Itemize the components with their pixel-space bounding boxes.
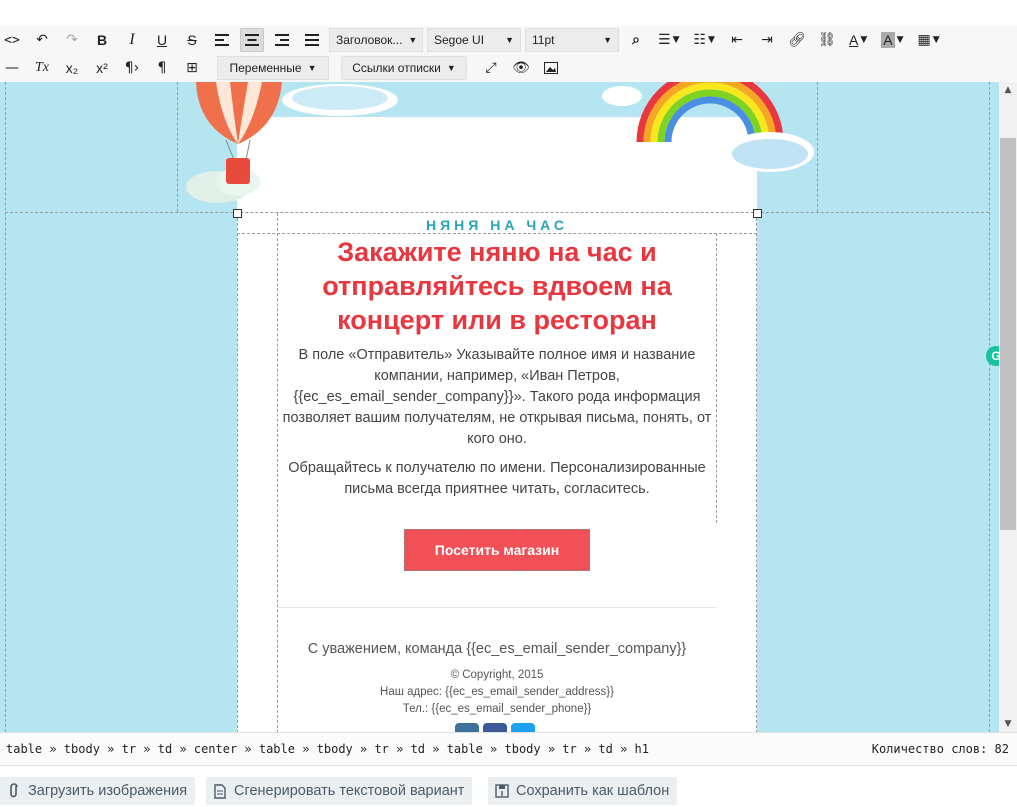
document-icon — [212, 783, 228, 799]
font-select-value: Segoe UI — [434, 33, 485, 47]
font-size-select-value: 11pt — [532, 33, 555, 47]
email-eyebrow: НЯНЯ НА ЧАС — [425, 217, 569, 233]
generate-text-version-label: Сгенерировать текстовой вариант — [234, 783, 465, 799]
save-template-icon — [494, 783, 510, 799]
strikethrough-icon[interactable]: S — [180, 28, 204, 52]
redo-icon[interactable]: ↷ — [60, 28, 84, 52]
resize-handle[interactable] — [233, 209, 242, 218]
align-left-icon[interactable] — [210, 28, 234, 52]
instagram-icon[interactable] — [455, 723, 479, 732]
email-address[interactable]: Наш адрес: {{ec_es_email_sender_address}… — [237, 686, 757, 698]
editor-scrollbar[interactable]: ▲ ▼ — [999, 82, 1017, 732]
numbered-list-icon[interactable]: ☷ ▼ — [689, 28, 718, 52]
bold-icon[interactable]: B — [90, 28, 114, 52]
indent-icon[interactable]: ⇥ — [755, 28, 779, 52]
chevron-down-icon: ▼ — [446, 63, 456, 73]
bullet-list-icon[interactable]: ☰ ▼ — [654, 28, 683, 52]
template-blocks-icon[interactable]: ⊞ — [180, 56, 204, 80]
image-icon[interactable] — [539, 56, 563, 80]
link-icon[interactable]: 🔗︎ — [785, 28, 809, 52]
source-code-icon[interactable]: <> — [0, 28, 24, 52]
email-paragraph-2[interactable]: Обращайтесь к получателю по имени. Персо… — [277, 458, 717, 500]
save-as-template-label: Сохранить как шаблон — [516, 783, 670, 799]
align-justify-icon[interactable] — [300, 28, 324, 52]
text-color-icon[interactable]: A ▼ — [845, 28, 871, 52]
italic-icon[interactable]: I — [120, 28, 144, 52]
paragraph-icon[interactable]: ¶ — [150, 56, 174, 80]
clear-format-icon[interactable]: Tx — [30, 56, 54, 80]
email-phone[interactable]: Тел.: {{ec_es_email_sender_phone}} — [237, 703, 757, 715]
rainbow-illustration — [602, 82, 814, 172]
visit-store-button[interactable]: Посетить магазин — [404, 529, 590, 571]
variables-dropdown-label: Переменные — [229, 61, 302, 75]
find-icon[interactable]: ⌕ — [624, 28, 648, 52]
unsubscribe-links-label: Ссылки отписки — [352, 61, 441, 75]
guide-line — [5, 82, 6, 732]
facebook-icon[interactable] — [483, 723, 507, 732]
scroll-down-icon[interactable]: ▼ — [999, 716, 1017, 732]
horizontal-line-icon[interactable]: — — [0, 56, 24, 80]
email-paragraph-1[interactable]: В поле «Отправитель» Указывайте полное и… — [281, 345, 713, 450]
guide-line — [989, 82, 990, 732]
undo-icon[interactable]: ↶ — [30, 28, 54, 52]
paperclip-icon — [6, 783, 22, 799]
background-color-icon[interactable]: A ▼ — [877, 28, 907, 52]
heading-select[interactable]: Заголовок... ▼ — [329, 28, 423, 52]
scrollbar-thumb[interactable] — [1000, 138, 1016, 530]
chevron-down-icon: ▼ — [307, 63, 317, 73]
outdent-icon[interactable]: ⇤ — [725, 28, 749, 52]
upload-images-label: Загрузить изображения — [28, 783, 188, 799]
editor-toolbar: <> ↶ ↷ B I U S Заголовок... ▼ Segoe UI ▼ 1… — [0, 26, 1017, 83]
save-as-template-button[interactable]: Сохранить как шаблон — [488, 777, 678, 805]
chevron-down-icon: ▼ — [505, 35, 514, 45]
resize-handle[interactable] — [753, 209, 762, 218]
cloud-illustration — [282, 84, 398, 116]
email-editor-canvas[interactable]: НЯНЯ НА ЧАС Закажите няню на час и отпра… — [0, 82, 999, 732]
divider — [277, 607, 717, 608]
email-copyright[interactable]: © Copyright, 2015 — [237, 669, 757, 681]
twitter-icon[interactable] — [511, 723, 535, 732]
email-regards[interactable]: С уважением, команда {{ec_es_email_sende… — [237, 641, 757, 657]
generate-text-version-button[interactable]: Сгенерировать текстовой вариант — [206, 777, 473, 805]
social-icons — [455, 723, 535, 732]
status-bar: table » tbody » tr » td » center » table… — [0, 732, 1017, 766]
upload-images-button[interactable]: Загрузить изображения — [0, 777, 196, 805]
word-count: Количество слов: 82 — [871, 742, 1009, 756]
font-select[interactable]: Segoe UI ▼ — [427, 28, 521, 52]
font-size-select[interactable]: 11pt ▼ — [525, 28, 619, 52]
unlink-icon[interactable]: ⛓︎ — [815, 28, 839, 52]
chevron-down-icon: ▼ — [603, 35, 612, 45]
paragraph-direction-icon[interactable]: ¶› — [120, 56, 144, 80]
email-content-block: НЯНЯ НА ЧАС Закажите няню на час и отпра… — [237, 213, 757, 732]
fullscreen-icon[interactable]: ⤢ — [479, 56, 503, 80]
preview-eye-icon[interactable]: 👁︎ — [509, 56, 533, 80]
heading-select-value: Заголовок... — [336, 33, 403, 47]
align-right-icon[interactable] — [270, 28, 294, 52]
guide-line — [817, 82, 818, 212]
align-center-icon[interactable] — [240, 28, 264, 52]
element-path[interactable]: table » tbody » tr » td » center » table… — [6, 742, 649, 756]
guide-line — [177, 82, 178, 212]
unsubscribe-links-dropdown[interactable]: Ссылки отписки ▼ — [341, 56, 467, 80]
toolbar-row-2: — Tx x₂ x² ¶› ¶ ⊞ Переменные ▼ Ссылки отп… — [0, 54, 566, 82]
toolbar-row-1: <> ↶ ↷ B I U S Заголовок... ▼ Segoe UI ▼ 1… — [0, 26, 947, 54]
variables-dropdown[interactable]: Переменные ▼ — [217, 56, 329, 80]
email-headline[interactable]: Закажите няню на час и отправляйтесь вдв… — [277, 235, 717, 337]
underline-icon[interactable]: U — [150, 28, 174, 52]
chevron-down-icon: ▼ — [408, 35, 418, 45]
guide-line — [237, 233, 757, 234]
subscript-icon[interactable]: x₂ — [60, 56, 84, 80]
superscript-icon[interactable]: x² — [90, 56, 114, 80]
scroll-up-icon[interactable]: ▲ — [999, 82, 1017, 98]
table-icon[interactable]: ▦ ▼ — [914, 28, 944, 52]
